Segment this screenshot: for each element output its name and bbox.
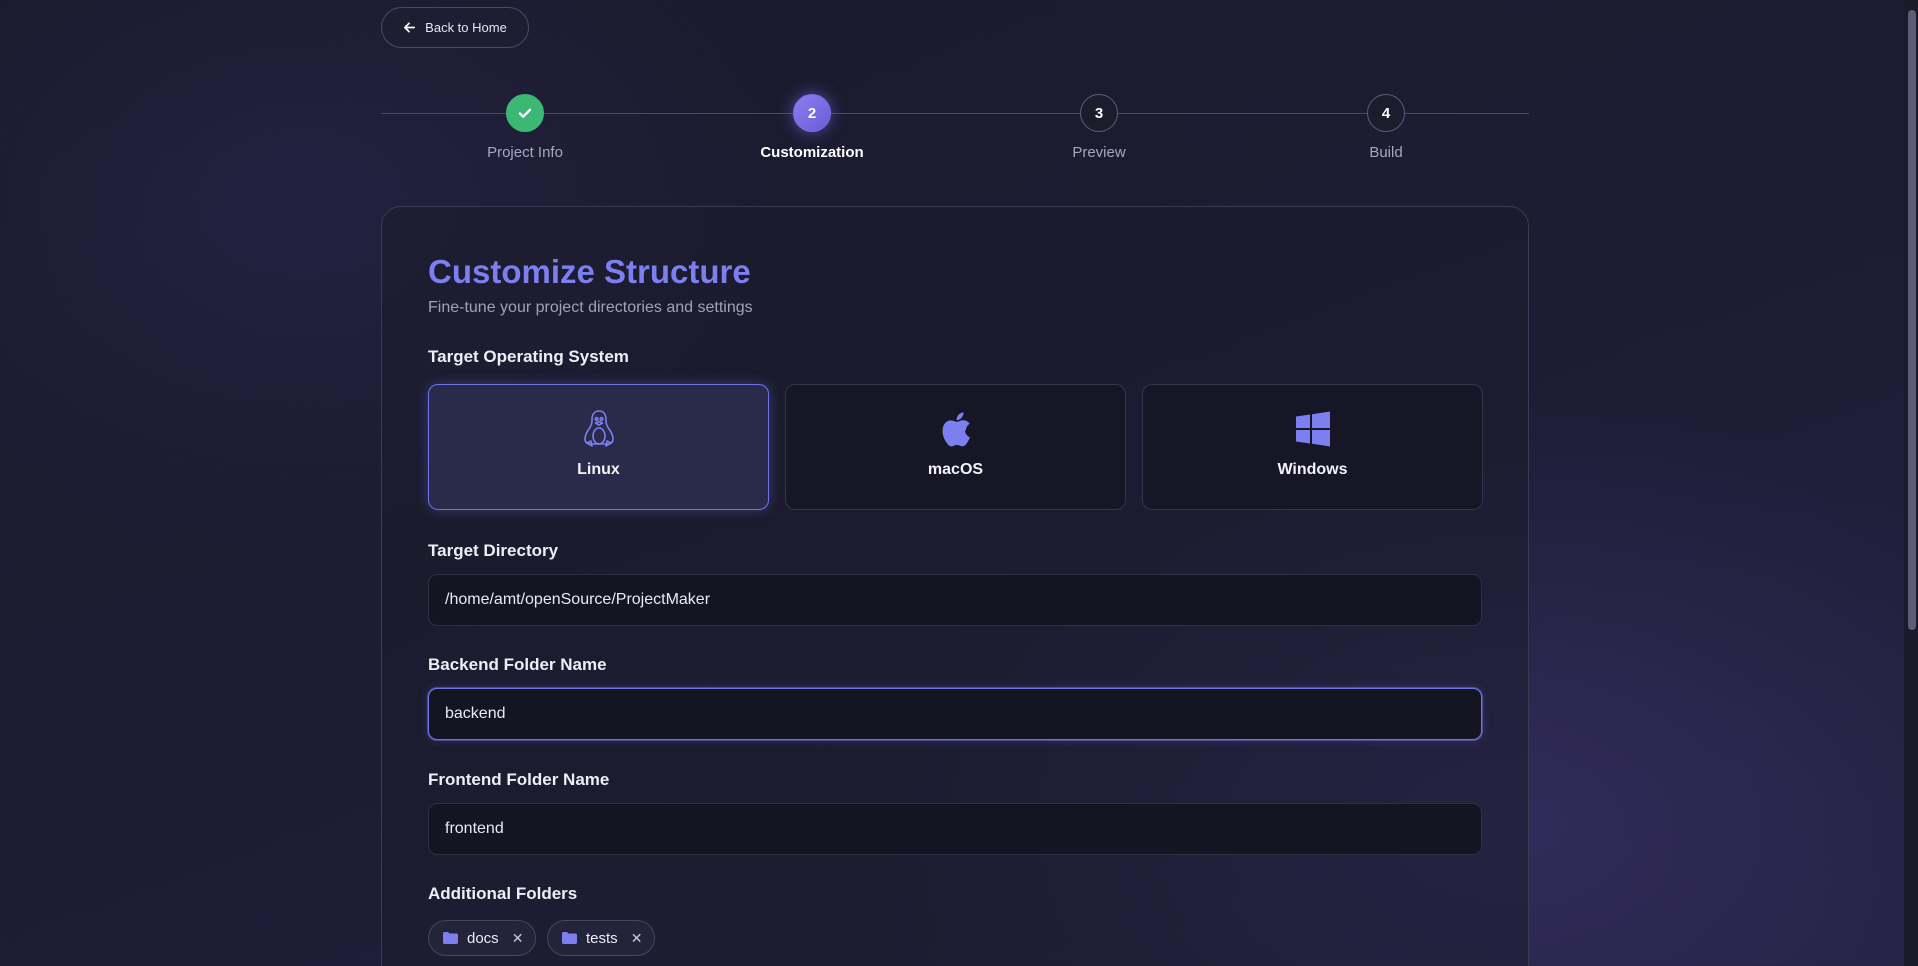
- backend-folder-input[interactable]: [428, 688, 1482, 740]
- step-4-label: Build: [1369, 144, 1403, 161]
- step-customization[interactable]: 2 Customization: [732, 94, 892, 161]
- os-option-linux[interactable]: Linux: [428, 384, 769, 510]
- page-subtitle: Fine-tune your project directories and s…: [428, 299, 753, 316]
- additional-folders-label: Additional Folders: [428, 884, 578, 903]
- windows-icon: [1294, 409, 1332, 449]
- progress-stepper: Project Info 2 Customization 3 Preview 4…: [381, 94, 1529, 164]
- remove-docs-button[interactable]: ✕: [512, 930, 524, 947]
- apple-icon: [937, 409, 975, 449]
- back-to-home-button[interactable]: Back to Home: [381, 7, 529, 48]
- step-3-circle: 3: [1080, 94, 1118, 132]
- scrollbar-thumb[interactable]: [1908, 10, 1916, 630]
- os-name-windows: Windows: [1277, 461, 1348, 478]
- step-build[interactable]: 4 Build: [1306, 94, 1466, 161]
- frontend-folder-input[interactable]: [428, 803, 1482, 855]
- step-1-label: Project Info: [487, 144, 563, 161]
- step-3-label: Preview: [1072, 144, 1126, 161]
- page-title: Customize Structure: [428, 253, 751, 290]
- backend-folder-label: Backend Folder Name: [428, 655, 607, 674]
- arrow-left-icon: [404, 22, 416, 33]
- customize-card: Customize Structure Fine-tune your proje…: [381, 206, 1529, 966]
- os-name-macos: macOS: [927, 461, 984, 478]
- folder-chip-docs: docs ✕: [428, 920, 537, 956]
- step-4-circle: 4: [1367, 94, 1405, 132]
- folder-chip-label: docs: [467, 929, 499, 947]
- folder-icon: [562, 932, 577, 944]
- folder-icon: [443, 932, 458, 944]
- step-preview[interactable]: 3 Preview: [1019, 94, 1179, 161]
- os-option-macos[interactable]: macOS: [785, 384, 1126, 510]
- os-section-label: Target Operating System: [428, 347, 629, 366]
- target-directory-input[interactable]: [428, 574, 1482, 626]
- folder-chip-tests: tests ✕: [547, 920, 656, 956]
- step-2-circle: 2: [793, 94, 831, 132]
- step-1-circle: [506, 94, 544, 132]
- back-to-home-label: Back to Home: [425, 20, 507, 35]
- target-directory-label: Target Directory: [428, 541, 559, 560]
- os-name-linux: Linux: [577, 461, 620, 478]
- step-project-info[interactable]: Project Info: [445, 94, 605, 161]
- linux-icon: [580, 409, 618, 449]
- os-option-windows[interactable]: Windows: [1142, 384, 1483, 510]
- scrollbar[interactable]: [1904, 0, 1918, 966]
- step-2-label: Customization: [760, 144, 864, 161]
- remove-tests-button[interactable]: ✕: [631, 930, 643, 947]
- frontend-folder-label: Frontend Folder Name: [428, 770, 610, 789]
- check-icon: [518, 108, 532, 118]
- folder-chip-label: tests: [586, 929, 618, 947]
